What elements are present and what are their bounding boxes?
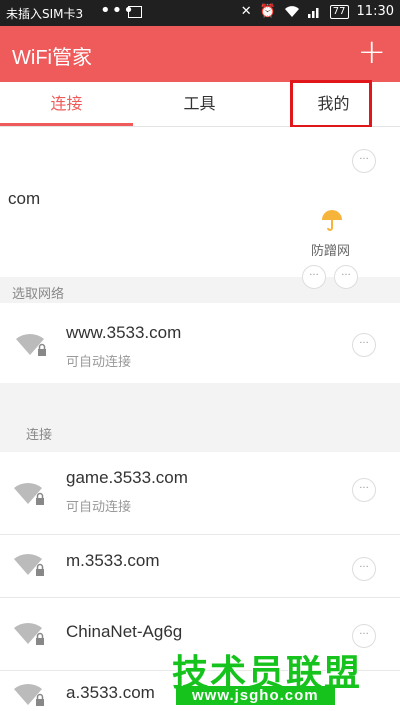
active-tab-indicator	[0, 123, 133, 126]
wifi-locked-icon	[14, 553, 44, 576]
app-title: WiFi管家	[12, 47, 92, 69]
watermark-url: www.jsgho.com	[176, 686, 335, 705]
mute-icon: ✕	[240, 4, 252, 19]
tab-tools[interactable]: 工具	[133, 82, 266, 126]
connected-more-button[interactable]: ···	[352, 149, 376, 173]
wifi-locked-icon	[16, 333, 46, 356]
network-name: m.3533.com	[66, 551, 160, 570]
site-watermark: 技术员联盟 www.jsgho.com	[172, 644, 382, 706]
network-name: www.3533.com	[66, 323, 182, 342]
connected-network-name: com	[8, 189, 41, 208]
connected-network-card[interactable]: ··· com 防蹭网 ··· ···	[0, 127, 400, 289]
card-more-button-2[interactable]: ···	[334, 265, 358, 289]
network-name: game.3533.com	[66, 468, 188, 487]
section-select-network: 选取网络	[12, 287, 65, 302]
alarm-icon: ⏰	[259, 4, 276, 19]
network-subtitle: 可自动连接	[66, 500, 132, 515]
status-icons: ✕ ⏰ 77 11:30	[241, 4, 394, 19]
umbrella-icon	[322, 210, 342, 231]
antiscam-label: 防蹭网	[311, 244, 351, 259]
image-notification-icon	[128, 6, 142, 18]
wifi-signal-icon	[284, 5, 299, 17]
status-bar: 未插入SIM卡3 ••• ✕ ⏰ 77 11:30	[0, 0, 400, 26]
network-subtitle: 可自动连接	[66, 355, 132, 370]
network-name: ChinaNet-Ag6g	[66, 622, 183, 641]
tab-connect[interactable]: 连接	[0, 82, 133, 126]
network-row[interactable]: www.3533.com 可自动连接 ···	[0, 303, 400, 383]
carrier-text: 未插入SIM卡3	[6, 7, 84, 21]
app-bar: WiFi管家 +	[0, 26, 400, 82]
wifi-locked-icon	[14, 683, 44, 706]
card-more-button-1[interactable]: ···	[302, 265, 326, 289]
network-more-button[interactable]: ···	[352, 557, 376, 581]
clock: 11:30	[356, 4, 394, 19]
add-button[interactable]: +	[358, 32, 387, 72]
network-row[interactable]: m.3533.com ···	[0, 535, 400, 597]
highlight-annotation-box	[290, 80, 372, 128]
network-more-button[interactable]: ···	[352, 478, 376, 502]
network-name: a.3533.com	[66, 683, 155, 702]
battery-icon: 77	[329, 4, 349, 19]
network-row[interactable]: game.3533.com 可自动连接 ···	[0, 452, 400, 534]
cell-signal-icon	[307, 7, 319, 18]
wifi-locked-icon	[14, 622, 44, 645]
network-more-button[interactable]: ···	[352, 333, 376, 357]
section-connect: 连接	[26, 428, 53, 443]
wifi-locked-icon	[14, 482, 44, 505]
